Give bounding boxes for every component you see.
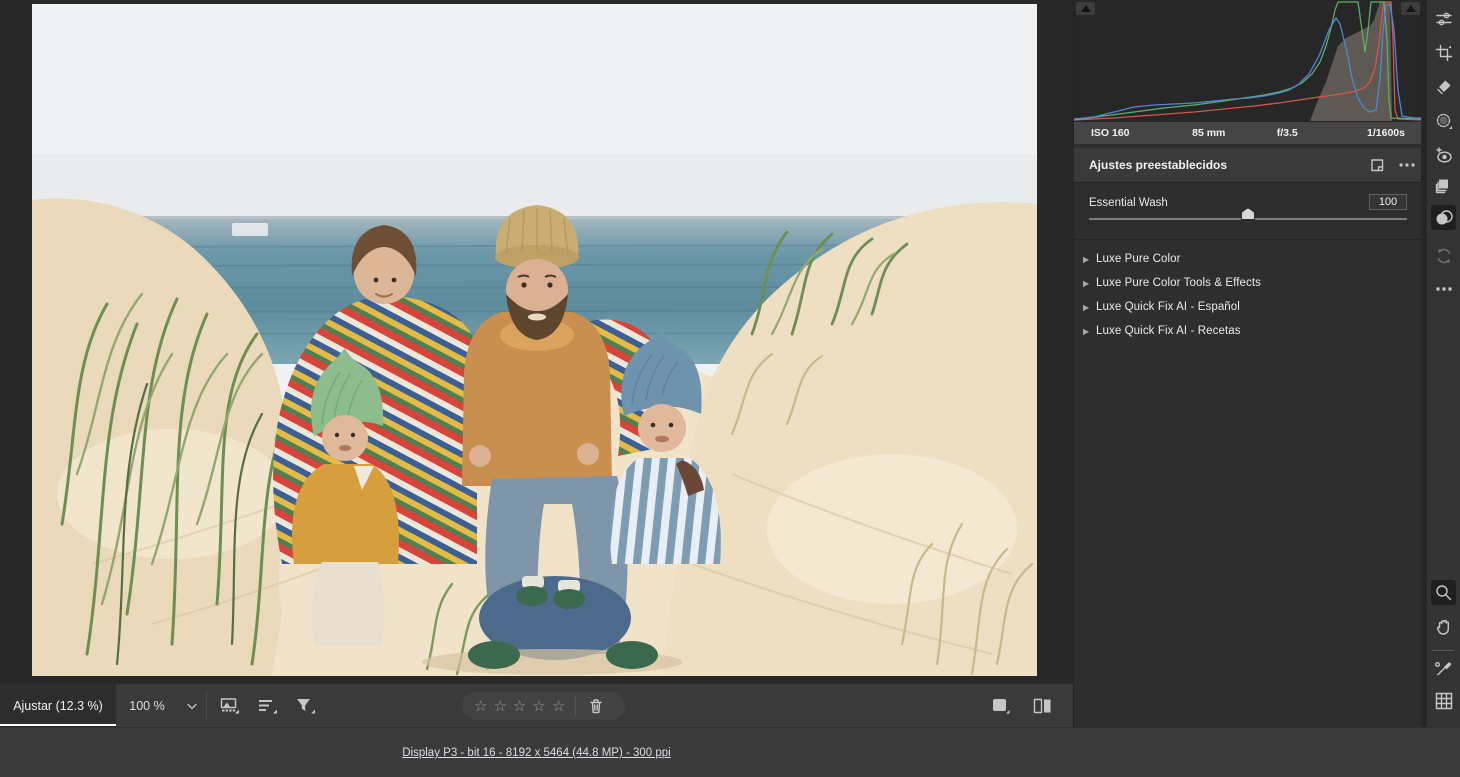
star-icon[interactable]: ☆: [532, 699, 545, 714]
filter-button[interactable]: [294, 694, 318, 718]
rating-pill: ☆ ☆ ☆ ☆ ☆: [462, 692, 625, 720]
image-settings-link[interactable]: Display P3 - bit 16 - 8192 x 5464 (44.8 …: [402, 747, 670, 759]
tool-divider: [1432, 650, 1454, 651]
preset-group-luxe-pure-color[interactable]: ▶ Luxe Pure Color: [1074, 247, 1422, 271]
sort-order-icon: [259, 700, 277, 714]
preset-group-luxe-pure-color-tools[interactable]: ▶ Luxe Pure Color Tools & Effects: [1074, 271, 1422, 295]
eyedropper-icon: [1435, 661, 1452, 675]
thumbnail-view-button[interactable]: [218, 694, 242, 718]
shadow-clipping-toggle[interactable]: [1076, 2, 1095, 15]
presets-header: Ajustes preestablecidos: [1074, 148, 1422, 183]
masking-tool-button[interactable]: [1431, 108, 1456, 133]
highlight-clip-triangle-icon: [1405, 5, 1416, 12]
hand-icon: [1436, 619, 1449, 635]
star-rating[interactable]: ☆ ☆ ☆ ☆ ☆: [462, 699, 565, 714]
more-options-icon: [1435, 286, 1452, 291]
thumbnail-view-icon: [220, 698, 239, 714]
presets-icon: [1436, 209, 1453, 224]
red-eye-icon: [1436, 146, 1452, 163]
star-icon[interactable]: ☆: [474, 699, 487, 714]
new-preset-icon: [1370, 158, 1383, 171]
beach-family-photo: [32, 4, 1037, 676]
focal-length-value: 85 mm: [1192, 127, 1226, 139]
zoom-level-value[interactable]: 100 %: [116, 684, 178, 728]
preview-toggle-icon: [993, 699, 1010, 714]
healing-icon: [1436, 80, 1450, 94]
expander-triangle-icon: ▶: [1083, 254, 1090, 264]
pill-divider: [575, 696, 577, 716]
zoom-level-dropdown[interactable]: [178, 684, 206, 728]
preset-amount-slider[interactable]: [1089, 208, 1407, 220]
crop-rotate-icon: [1435, 44, 1452, 61]
grid-overlay-button[interactable]: [1431, 688, 1456, 713]
tool-column: [1427, 0, 1460, 727]
grid-icon: [1435, 692, 1452, 709]
zoom-magnifier-icon: [1436, 585, 1452, 601]
expander-triangle-icon: ▶: [1083, 278, 1090, 288]
delete-button[interactable]: [584, 694, 608, 718]
highlight-clipping-toggle[interactable]: [1401, 2, 1420, 15]
edit-sliders-icon: [1435, 12, 1452, 25]
histogram-chart: [1073, 1, 1423, 121]
snapshots-tool-button[interactable]: [1431, 173, 1456, 198]
snapshots-icon: [1435, 179, 1448, 193]
fit-zoom-tab[interactable]: Ajustar (12.3 %): [0, 684, 116, 728]
footer-bar: Display P3 - bit 16 - 8192 x 5464 (44.8 …: [0, 727, 1460, 777]
preview-toolbar: Ajustar (12.3 %) 100 % ☆ ☆ ☆ ☆ ☆: [0, 683, 1073, 728]
toolbar-divider: [206, 692, 207, 720]
split-view-button[interactable]: [1031, 694, 1055, 718]
healing-tool-button[interactable]: [1431, 74, 1456, 99]
preset-groups-list: ▶ Luxe Pure Color ▶ Luxe Pure Color Tool…: [1074, 247, 1422, 343]
zoom-tool-button[interactable]: [1431, 580, 1456, 605]
fit-zoom-label: Ajustar (12.3 %): [13, 699, 103, 713]
expander-triangle-icon: ▶: [1083, 326, 1090, 336]
red-eye-tool-button[interactable]: [1431, 142, 1456, 167]
presets-panel: ISO 160 85 mm f/3.5 1/1600s Ajustes pree…: [1073, 0, 1423, 727]
split-view-icon: [1033, 698, 1051, 714]
more-options-icon: [1399, 163, 1415, 167]
sort-order-button[interactable]: [256, 694, 280, 718]
filter-icon: [297, 699, 315, 714]
crop-tool-button[interactable]: [1431, 40, 1456, 65]
camera-raw-window: Ajustar (12.3 %) 100 % ☆ ☆ ☆ ☆ ☆ Display…: [0, 0, 1460, 777]
refresh-icon: [1437, 248, 1450, 263]
preset-group-luxe-quick-fix-espanol[interactable]: ▶ Luxe Quick Fix AI - Español: [1074, 295, 1422, 319]
histogram: [1073, 0, 1423, 122]
preset-amount-input[interactable]: 100: [1369, 194, 1407, 210]
new-preset-button[interactable]: [1362, 148, 1392, 182]
aperture-value: f/3.5: [1276, 127, 1298, 139]
trash-icon: [590, 699, 602, 714]
iso-value: ISO 160: [1091, 127, 1130, 139]
star-icon[interactable]: ☆: [552, 699, 565, 714]
edit-tool-button[interactable]: [1431, 6, 1456, 31]
presets-tool-button[interactable]: [1431, 205, 1456, 230]
refresh-tool-button[interactable]: [1431, 243, 1456, 268]
masking-icon: [1436, 113, 1452, 129]
preset-group-luxe-quick-fix-recetas[interactable]: ▶ Luxe Quick Fix AI - Recetas: [1074, 319, 1422, 343]
photo-preview[interactable]: [32, 4, 1037, 676]
tool-column-more-button[interactable]: [1431, 276, 1456, 301]
camera-info-bar: ISO 160 85 mm f/3.5 1/1600s: [1074, 122, 1422, 144]
shutter-value: 1/1600s: [1367, 127, 1405, 139]
image-canvas: [0, 0, 1073, 683]
expander-triangle-icon: ▶: [1083, 302, 1090, 312]
chevron-down-icon: [187, 703, 197, 709]
slider-thumb[interactable]: [1241, 208, 1255, 220]
preset-amount-label: Essential Wash: [1089, 197, 1168, 209]
presets-menu-button[interactable]: [1392, 148, 1422, 182]
preview-toggle-button[interactable]: [989, 694, 1013, 718]
shadow-clip-triangle-icon: [1080, 5, 1091, 12]
eyedropper-tool-button[interactable]: [1431, 656, 1456, 681]
star-icon[interactable]: ☆: [513, 699, 526, 714]
hand-tool-button[interactable]: [1431, 614, 1456, 639]
presets-title: Ajustes preestablecidos: [1089, 158, 1228, 172]
star-icon[interactable]: ☆: [493, 699, 506, 714]
preset-amount-section: Essential Wash 100: [1074, 184, 1422, 240]
